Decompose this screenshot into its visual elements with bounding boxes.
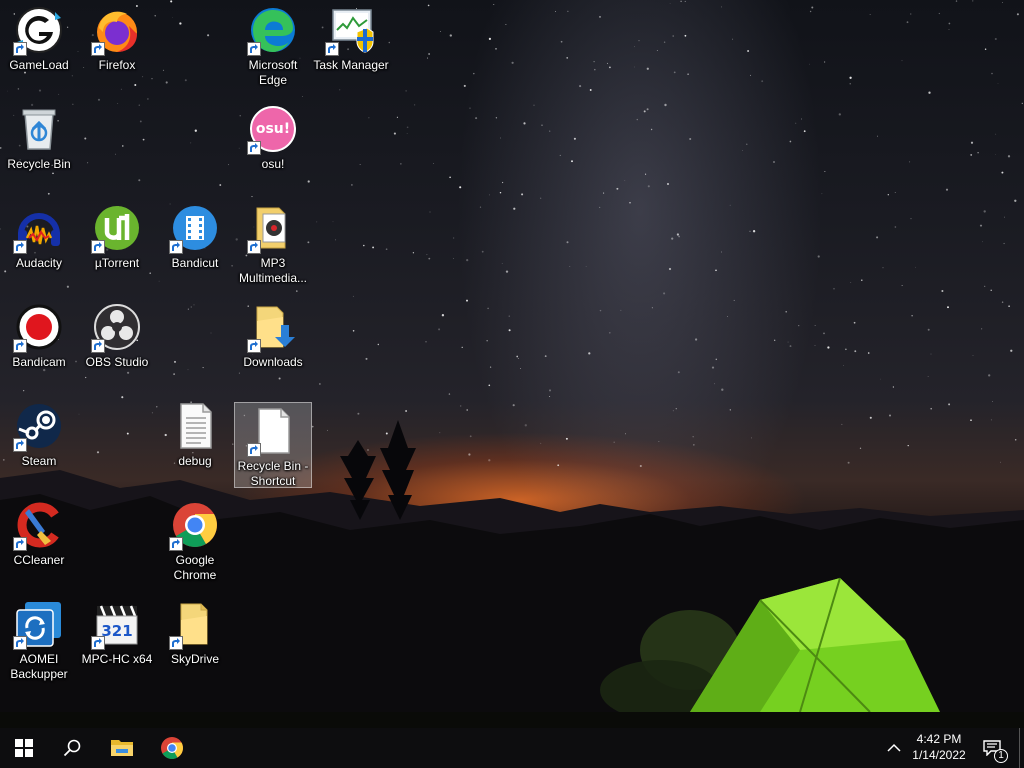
desktop-icon-recycle-bin-shortcut[interactable]: Recycle Bin - Shortcut [234, 402, 312, 488]
icon-label: Microsoft Edge [248, 58, 298, 87]
desktop-icon-skydrive[interactable]: SkyDrive [156, 596, 234, 682]
shortcut-arrow-icon [247, 240, 261, 254]
shortcut-arrow-icon [91, 240, 105, 254]
desktop-icon-mpc-hc[interactable]: 321 MPC-HC x64 [78, 596, 156, 682]
shortcut-arrow-icon [91, 42, 105, 56]
clock-date: 1/14/2022 [912, 748, 966, 762]
shortcut-arrow-icon [13, 438, 27, 452]
desktop-icon-bandicam[interactable]: Bandicam [0, 299, 78, 385]
icon-label: osu! [261, 157, 285, 171]
start-button[interactable] [0, 728, 48, 768]
taskbar-google-chrome[interactable] [148, 728, 196, 768]
windows-logo-icon [15, 739, 33, 757]
shortcut-arrow-icon [247, 141, 261, 155]
taskbar-file-explorer[interactable] [98, 728, 146, 768]
action-center-button[interactable]: 1 [972, 728, 1012, 768]
desktop-icon-mp3-multimedia[interactable]: MP3 Multimedia... [234, 200, 312, 286]
clock-time: 4:42 PM [916, 732, 962, 746]
taskbar-clock[interactable]: 4:42 PM 1/14/2022 [904, 731, 974, 765]
chrome-icon [161, 737, 183, 759]
icon-label: Firefox [98, 58, 136, 72]
shortcut-arrow-icon [13, 42, 27, 56]
icon-label: SkyDrive [170, 652, 219, 666]
icon-label: µTorrent [94, 256, 140, 270]
desktop-icon-task-manager[interactable]: Task Manager [312, 2, 390, 88]
desktop-icon-obs-studio[interactable]: OBS Studio [78, 299, 156, 385]
shortcut-arrow-icon [247, 443, 261, 457]
icon-label: GameLoad [9, 58, 69, 72]
shortcut-arrow-icon [247, 339, 261, 353]
shortcut-arrow-icon [13, 240, 27, 254]
shortcut-arrow-icon [169, 240, 183, 254]
icon-label: debug [178, 454, 212, 468]
icon-label: CCleaner [13, 553, 65, 567]
taskbar: 4:42 PM 1/14/2022 1 [0, 728, 1024, 768]
search-button[interactable] [48, 728, 96, 768]
icon-label: Task Manager [313, 58, 389, 72]
file-explorer-icon [111, 740, 133, 756]
icon-label: MP3 Multimedia... [238, 256, 308, 285]
osu-badge-text: osu! [255, 121, 291, 137]
desktop-icon-ccleaner[interactable]: CCleaner [0, 497, 78, 583]
show-desktop-button[interactable] [1019, 728, 1024, 768]
shortcut-arrow-icon [247, 42, 261, 56]
icon-label: Bandicut [171, 256, 219, 270]
icon-label: Google Chrome [173, 553, 217, 582]
icon-label: Downloads [243, 355, 303, 369]
icon-label: Audacity [15, 256, 63, 270]
icon-label: MPC-HC x64 [81, 652, 153, 666]
desktop-icon-microsoft-edge[interactable]: Microsoft Edge [234, 2, 312, 88]
shortcut-arrow-icon [169, 636, 183, 650]
shortcut-arrow-icon [13, 636, 27, 650]
desktop-icon-osu[interactable]: osu! osu! [234, 101, 312, 187]
desktop-icon-downloads[interactable]: Downloads [234, 299, 312, 385]
notification-count-badge: 1 [994, 749, 1008, 763]
desktop-icon-google-chrome[interactable]: Google Chrome [156, 497, 234, 583]
shortcut-arrow-icon [91, 339, 105, 353]
shortcut-arrow-icon [13, 339, 27, 353]
desktop-icon-utorrent[interactable]: µTorrent [78, 200, 156, 286]
icon-label: OBS Studio [85, 355, 149, 369]
icon-label: Bandicam [12, 355, 66, 369]
desktop-icon-aomei-backupper[interactable]: AOMEI Backupper [0, 596, 78, 682]
shortcut-arrow-icon [91, 636, 105, 650]
desktop-icon-bandicut[interactable]: Bandicut [156, 200, 234, 286]
text-file-icon [180, 403, 212, 449]
desktop-icon-steam[interactable]: Steam [0, 398, 78, 484]
desktop-icon-debug[interactable]: debug [156, 398, 234, 484]
icon-label: Recycle Bin - Shortcut [237, 459, 309, 488]
desktop-icon-firefox[interactable]: Firefox [78, 2, 156, 88]
icon-label: Recycle Bin [7, 157, 71, 171]
chevron-up-icon [887, 743, 901, 752]
shortcut-arrow-icon [13, 537, 27, 551]
search-icon [63, 739, 81, 757]
shortcut-arrow-icon [325, 42, 339, 56]
desktop-icon-recycle-bin[interactable]: Recycle Bin [0, 101, 78, 187]
icon-label: AOMEI Backupper [10, 652, 68, 681]
desktop-icon-audacity[interactable]: Audacity [0, 200, 78, 286]
shortcut-arrow-icon [169, 537, 183, 551]
icon-label: Steam [21, 454, 57, 468]
recycle-bin-icon [22, 109, 56, 150]
desktop-icon-gameload[interactable]: GameLoad [0, 2, 78, 88]
